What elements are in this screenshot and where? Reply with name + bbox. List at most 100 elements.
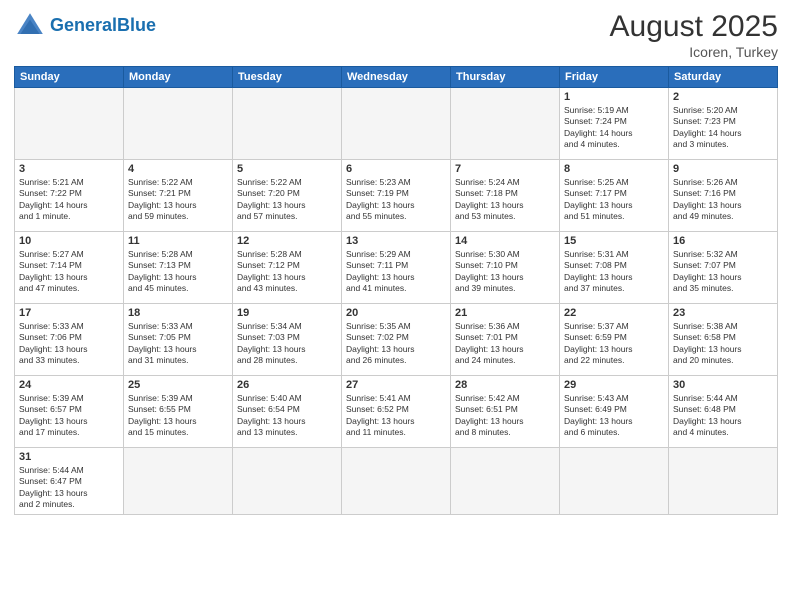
day-info: Sunrise: 5:43 AM Sunset: 6:49 PM Dayligh… bbox=[564, 393, 664, 439]
day-number: 5 bbox=[237, 163, 337, 175]
day-info: Sunrise: 5:34 AM Sunset: 7:03 PM Dayligh… bbox=[237, 321, 337, 367]
day-info: Sunrise: 5:30 AM Sunset: 7:10 PM Dayligh… bbox=[455, 249, 555, 295]
calendar-cell: 11 Sunrise: 5:28 AM Sunset: 7:13 PM Dayli… bbox=[124, 232, 233, 304]
day-info: Sunrise: 5:42 AM Sunset: 6:51 PM Dayligh… bbox=[455, 393, 555, 439]
calendar-cell bbox=[233, 88, 342, 160]
day-info: Sunrise: 5:26 AM Sunset: 7:16 PM Dayligh… bbox=[673, 177, 773, 223]
day-number: 21 bbox=[455, 307, 555, 319]
day-info: Sunrise: 5:19 AM Sunset: 7:24 PM Dayligh… bbox=[564, 105, 664, 151]
day-number: 10 bbox=[19, 235, 119, 247]
page: GeneralBlue August 2025 Icoren, Turkey S… bbox=[0, 0, 792, 612]
day-header-tuesday: Tuesday bbox=[233, 67, 342, 88]
calendar-cell: 2 Sunrise: 5:20 AM Sunset: 7:23 PM Daylig… bbox=[669, 88, 778, 160]
calendar-cell bbox=[451, 88, 560, 160]
calendar-cell: 26 Sunrise: 5:40 AM Sunset: 6:54 PM Dayli… bbox=[233, 376, 342, 448]
day-info: Sunrise: 5:44 AM Sunset: 6:48 PM Dayligh… bbox=[673, 393, 773, 439]
day-number: 25 bbox=[128, 379, 228, 391]
day-info: Sunrise: 5:20 AM Sunset: 7:23 PM Dayligh… bbox=[673, 105, 773, 151]
day-info: Sunrise: 5:21 AM Sunset: 7:22 PM Dayligh… bbox=[19, 177, 119, 223]
day-number: 7 bbox=[455, 163, 555, 175]
day-number: 31 bbox=[19, 451, 119, 463]
calendar-week-row: 17 Sunrise: 5:33 AM Sunset: 7:06 PM Dayli… bbox=[15, 304, 778, 376]
day-number: 4 bbox=[128, 163, 228, 175]
calendar-cell: 20Sunrise: 5:35 AM Sunset: 7:02 PM Dayli… bbox=[342, 304, 451, 376]
day-number: 23 bbox=[673, 307, 773, 319]
day-info: Sunrise: 5:37 AM Sunset: 6:59 PM Dayligh… bbox=[564, 321, 664, 367]
day-header-thursday: Thursday bbox=[451, 67, 560, 88]
calendar-cell: 14Sunrise: 5:30 AM Sunset: 7:10 PM Dayli… bbox=[451, 232, 560, 304]
calendar-week-row: 31Sunrise: 5:44 AM Sunset: 6:47 PM Dayli… bbox=[15, 448, 778, 515]
calendar-cell: 29 Sunrise: 5:43 AM Sunset: 6:49 PM Dayli… bbox=[560, 376, 669, 448]
calendar-cell: 16Sunrise: 5:32 AM Sunset: 7:07 PM Dayli… bbox=[669, 232, 778, 304]
calendar-cell bbox=[15, 88, 124, 160]
day-info: Sunrise: 5:36 AM Sunset: 7:01 PM Dayligh… bbox=[455, 321, 555, 367]
day-number: 3 bbox=[19, 163, 119, 175]
day-number: 26 bbox=[237, 379, 337, 391]
day-info: Sunrise: 5:31 AM Sunset: 7:08 PM Dayligh… bbox=[564, 249, 664, 295]
calendar-week-row: 10 Sunrise: 5:27 AM Sunset: 7:14 PM Dayli… bbox=[15, 232, 778, 304]
day-number: 22 bbox=[564, 307, 664, 319]
calendar-cell: 27Sunrise: 5:41 AM Sunset: 6:52 PM Dayli… bbox=[342, 376, 451, 448]
calendar-cell: 22 Sunrise: 5:37 AM Sunset: 6:59 PM Dayli… bbox=[560, 304, 669, 376]
day-info: Sunrise: 5:38 AM Sunset: 6:58 PM Dayligh… bbox=[673, 321, 773, 367]
calendar-cell bbox=[669, 448, 778, 515]
day-info: Sunrise: 5:27 AM Sunset: 7:14 PM Dayligh… bbox=[19, 249, 119, 295]
logo-text: GeneralBlue bbox=[50, 16, 156, 36]
day-number: 17 bbox=[19, 307, 119, 319]
day-number: 8 bbox=[564, 163, 664, 175]
calendar-cell: 23 Sunrise: 5:38 AM Sunset: 6:58 PM Dayli… bbox=[669, 304, 778, 376]
calendar-cell: 24 Sunrise: 5:39 AM Sunset: 6:57 PM Dayli… bbox=[15, 376, 124, 448]
calendar-header-row: SundayMondayTuesdayWednesdayThursdayFrid… bbox=[15, 67, 778, 88]
location: Icoren, Turkey bbox=[610, 44, 778, 60]
day-number: 20 bbox=[346, 307, 446, 319]
day-info: Sunrise: 5:40 AM Sunset: 6:54 PM Dayligh… bbox=[237, 393, 337, 439]
day-info: Sunrise: 5:28 AM Sunset: 7:13 PM Dayligh… bbox=[128, 249, 228, 295]
calendar-cell: 6Sunrise: 5:23 AM Sunset: 7:19 PM Daylig… bbox=[342, 160, 451, 232]
calendar-cell: 15 Sunrise: 5:31 AM Sunset: 7:08 PM Dayli… bbox=[560, 232, 669, 304]
day-info: Sunrise: 5:25 AM Sunset: 7:17 PM Dayligh… bbox=[564, 177, 664, 223]
calendar-cell bbox=[451, 448, 560, 515]
day-number: 24 bbox=[19, 379, 119, 391]
calendar-table: SundayMondayTuesdayWednesdayThursdayFrid… bbox=[14, 66, 778, 515]
day-number: 6 bbox=[346, 163, 446, 175]
calendar-cell bbox=[560, 448, 669, 515]
day-number: 2 bbox=[673, 91, 773, 103]
calendar-cell: 13Sunrise: 5:29 AM Sunset: 7:11 PM Dayli… bbox=[342, 232, 451, 304]
day-header-sunday: Sunday bbox=[15, 67, 124, 88]
day-header-monday: Monday bbox=[124, 67, 233, 88]
calendar-cell bbox=[342, 448, 451, 515]
day-number: 15 bbox=[564, 235, 664, 247]
calendar-week-row: 3 Sunrise: 5:21 AM Sunset: 7:22 PM Daylig… bbox=[15, 160, 778, 232]
day-number: 12 bbox=[237, 235, 337, 247]
day-number: 18 bbox=[128, 307, 228, 319]
day-number: 13 bbox=[346, 235, 446, 247]
day-number: 28 bbox=[455, 379, 555, 391]
calendar-cell bbox=[342, 88, 451, 160]
calendar-cell: 19 Sunrise: 5:34 AM Sunset: 7:03 PM Dayli… bbox=[233, 304, 342, 376]
calendar-cell: 5Sunrise: 5:22 AM Sunset: 7:20 PM Daylig… bbox=[233, 160, 342, 232]
calendar-cell: 12 Sunrise: 5:28 AM Sunset: 7:12 PM Dayli… bbox=[233, 232, 342, 304]
day-info: Sunrise: 5:33 AM Sunset: 7:06 PM Dayligh… bbox=[19, 321, 119, 367]
calendar-cell: 1 Sunrise: 5:19 AM Sunset: 7:24 PM Daylig… bbox=[560, 88, 669, 160]
day-number: 16 bbox=[673, 235, 773, 247]
day-number: 19 bbox=[237, 307, 337, 319]
calendar-week-row: 24 Sunrise: 5:39 AM Sunset: 6:57 PM Dayli… bbox=[15, 376, 778, 448]
header: GeneralBlue August 2025 Icoren, Turkey bbox=[14, 10, 778, 60]
day-header-friday: Friday bbox=[560, 67, 669, 88]
calendar-cell: 8 Sunrise: 5:25 AM Sunset: 7:17 PM Daylig… bbox=[560, 160, 669, 232]
day-header-wednesday: Wednesday bbox=[342, 67, 451, 88]
calendar-cell: 10 Sunrise: 5:27 AM Sunset: 7:14 PM Dayli… bbox=[15, 232, 124, 304]
day-number: 29 bbox=[564, 379, 664, 391]
day-info: Sunrise: 5:28 AM Sunset: 7:12 PM Dayligh… bbox=[237, 249, 337, 295]
day-number: 11 bbox=[128, 235, 228, 247]
day-number: 1 bbox=[564, 91, 664, 103]
logo-general: General bbox=[50, 15, 117, 35]
day-number: 30 bbox=[673, 379, 773, 391]
month-year: August 2025 bbox=[610, 10, 778, 44]
day-number: 27 bbox=[346, 379, 446, 391]
day-header-saturday: Saturday bbox=[669, 67, 778, 88]
day-info: Sunrise: 5:39 AM Sunset: 6:57 PM Dayligh… bbox=[19, 393, 119, 439]
calendar-cell: 9Sunrise: 5:26 AM Sunset: 7:16 PM Daylig… bbox=[669, 160, 778, 232]
logo: GeneralBlue bbox=[14, 10, 156, 42]
calendar-cell: 31Sunrise: 5:44 AM Sunset: 6:47 PM Dayli… bbox=[15, 448, 124, 515]
